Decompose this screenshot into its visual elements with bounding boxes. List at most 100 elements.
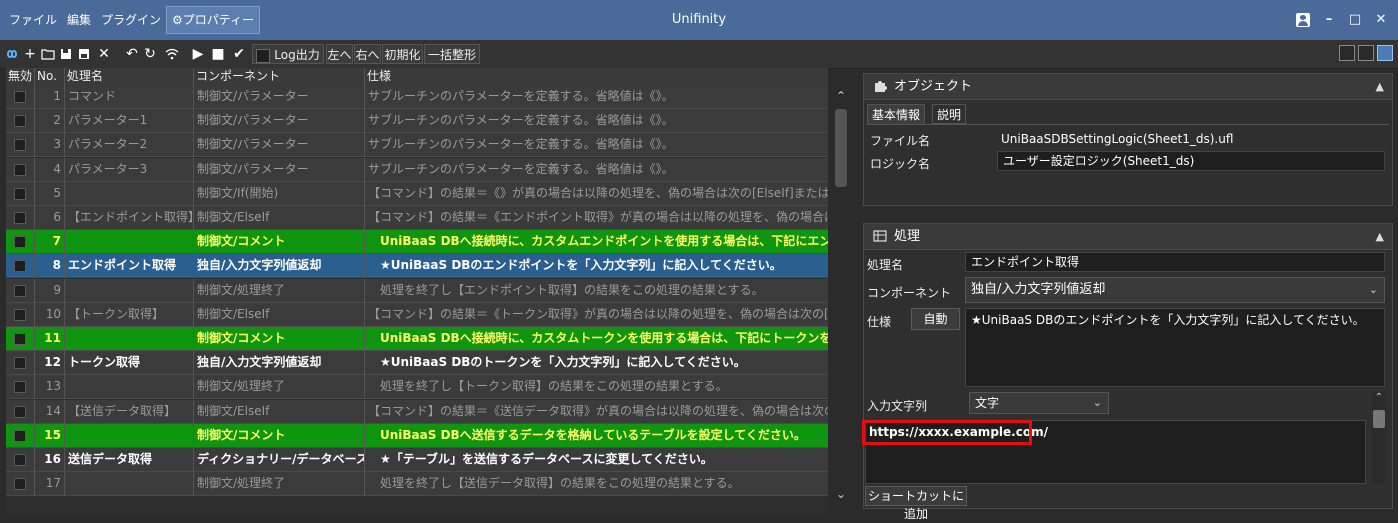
row-name[interactable] [65,375,194,400]
row-name[interactable]: トークン取得 [65,351,194,376]
row-component[interactable]: 制御文/ElseIf [194,399,365,424]
table-row[interactable]: 2 パラメーター1 制御文/パラメーター サブルーチンのパラメーターを定義する。省略値… [6,109,828,134]
row-name[interactable]: パラメーター2 [65,133,194,158]
row-disabled-checkbox[interactable] [14,187,26,200]
row-spec[interactable]: サブルーチンのパラメーターを定義する。省略値は《》。 [365,133,828,157]
header-disabled[interactable]: 無効 [6,68,35,85]
minimize-icon[interactable]: – [1320,10,1338,30]
row-name[interactable]: パラメーター3 [65,157,194,182]
row-spec[interactable]: ★「テーブル」を送信するデータベースに変更してください。 [365,448,828,472]
close-icon[interactable]: ✕ [1372,10,1390,30]
table-row[interactable]: 5 制御文/If(開始) 【コマンド】の結果＝《》が真の場合は以降の処理を、偽の場合… [6,181,828,206]
row-name[interactable] [65,181,194,206]
row-component[interactable]: 制御文/パラメーター [194,85,365,109]
table-row[interactable]: 12 トークン取得 独自/入力文字列値返却 ★UniBaaS DBのトークンを「入力… [6,351,828,376]
row-spec[interactable]: 処理を終了し【送信データ取得】の結果をこの処理の結果とする。 [365,472,828,496]
table-row[interactable]: 1 コマンド 制御文/パラメーター サブルーチンのパラメーターを定義する。省略値は《》… [6,85,828,109]
save-icon[interactable] [58,44,74,64]
row-disabled-checkbox[interactable] [14,381,26,394]
menu-file[interactable]: ファイル [4,6,62,34]
collapse-object-icon[interactable]: ▲ [1376,74,1384,99]
row-name[interactable]: 【トークン取得】 [65,302,194,327]
format-all-button[interactable]: 一括整形 [424,44,480,64]
table-row[interactable]: 16送信データ取得ディクショナリー/データベース読込 ★「テーブル」を送信するデ… [6,448,828,472]
row-spec[interactable]: 【コマンド】の結果＝《エンドポイント取得》が真の場合は以降の処理を、偽の場合は次… [365,206,828,230]
table-row[interactable]: 3 パラメーター2 制御文/パラメーター サブルーチンのパラメーターを定義する。省略値… [6,133,828,158]
header-no[interactable]: No. [35,68,65,85]
row-name[interactable] [65,423,194,448]
row-component[interactable]: 制御文/ElseIf [194,302,365,327]
menu-properties[interactable]: ⚙プロパティー [166,6,261,34]
row-disabled-checkbox[interactable] [14,139,26,152]
component-select[interactable]: 独自/入力文字列値返却 ⌄ [965,277,1385,303]
row-disabled-checkbox[interactable] [14,405,26,418]
row-spec[interactable]: 【コマンド】の結果＝《》が真の場合は以降の処理を、偽の場合は次の[ElseIf]… [365,182,828,206]
row-spec[interactable]: サブルーチンのパラメーターを定義する。省略値は《》。 [365,85,828,109]
view-layout-2-icon[interactable] [1358,45,1374,61]
table-row[interactable]: 9 制御文/処理終了 処理を終了し【エンドポイント取得】の結果をこの処理の結果とす… [6,278,828,303]
table-row[interactable]: 17 制御文/処理終了 処理を終了し【送信データ取得】の結果をこの処理の結果とする… [6,472,828,497]
play-icon[interactable]: ▶ [190,44,206,64]
save-all-icon[interactable] [76,44,92,64]
table-row[interactable]: 6 【エンドポイント取得】 制御文/ElseIf 【コマンド】の結果＝《エンドポイント… [6,206,828,230]
row-disabled-checkbox[interactable] [14,163,26,176]
row-spec[interactable]: UniBaaS DBへ接続時に、カスタムエンドポイントを使用する場合は、下記にエ… [365,230,828,254]
process-panel-header[interactable]: 処理 ▲ [864,224,1392,250]
input-scroll-up-icon[interactable]: ⌃ [1372,392,1386,403]
table-row[interactable]: 15 制御文/コメント UniBaaS DBへ送信するデータを格納しているテーブル… [6,423,828,448]
scroll-thumb[interactable] [835,109,847,187]
delete-icon[interactable]: ✕ [96,44,112,64]
move-left-button[interactable]: 左へ [326,44,353,64]
row-disabled-checkbox[interactable] [14,260,26,273]
open-folder-icon[interactable] [40,44,56,64]
table-row[interactable]: 13 制御文/処理終了 処理を終了し【トークン取得】の結果をこの処理の結果とする。 [6,375,828,400]
row-spec[interactable]: 処理を終了し【エンドポイント取得】の結果をこの処理の結果とする。 [365,279,828,303]
object-panel-header[interactable]: オブジェクト ▲ [864,74,1392,100]
scroll-down-icon[interactable]: ⌄ [832,487,850,501]
row-component[interactable]: 制御文/コメント [194,230,365,255]
header-spec[interactable]: 仕様 [365,68,828,85]
log-output-checkbox[interactable] [256,48,271,63]
row-component[interactable]: 制御文/パラメーター [194,109,365,134]
table-row[interactable]: 10 【トークン取得】 制御文/ElseIf 【コマンド】の結果＝《トークン取得》が真… [6,302,828,327]
tab-basic-info[interactable]: 基本情報 [867,104,926,124]
row-disabled-checkbox[interactable] [14,333,26,345]
row-name[interactable]: 【エンドポイント取得】 [65,206,194,230]
maximize-icon[interactable]: □ [1346,10,1364,30]
row-component[interactable]: 制御文/コメント [194,423,365,448]
menu-plugin[interactable]: プラグイン [96,6,166,34]
logic-name-field[interactable]: ユーザー設定ロジック(Sheet1_ds) [997,151,1385,171]
row-component[interactable]: 独自/入力文字列値返却 [194,254,365,279]
log-output-toggle[interactable]: Log出力 [252,44,324,64]
row-component[interactable]: 制御文/If(開始) [194,181,365,206]
collapse-process-icon[interactable]: ▲ [1376,224,1384,249]
wifi-icon[interactable] [164,44,180,64]
add-icon[interactable]: + [22,44,38,64]
row-disabled-checkbox[interactable] [14,115,26,128]
header-name[interactable]: 処理名 [65,68,194,85]
stop-icon[interactable]: ■ [210,44,226,64]
row-spec[interactable]: 【コマンド】の結果＝《トークン取得》が真の場合は以降の処理を、偽の場合は次の[E… [365,303,828,327]
row-disabled-checkbox[interactable] [14,284,26,297]
row-spec[interactable]: 処理を終了し【トークン取得】の結果をこの処理の結果とする。 [365,375,828,399]
row-name[interactable] [65,327,194,351]
infinity-icon[interactable] [4,44,20,64]
undo-icon[interactable]: ↶ [124,44,140,64]
row-component[interactable]: 制御文/コメント [194,327,365,351]
row-name[interactable] [65,472,194,497]
row-disabled-checkbox[interactable] [14,212,26,224]
user-icon[interactable] [1294,10,1312,30]
process-name-field[interactable]: エンドポイント取得 [965,252,1385,272]
table-row[interactable]: 4 パラメーター3 制御文/パラメーター サブルーチンのパラメーターを定義する。省略値… [6,157,828,182]
row-disabled-checkbox[interactable] [14,429,26,442]
refresh-icon[interactable]: ↻ [142,44,158,64]
table-row[interactable]: 7 制御文/コメント UniBaaS DBへ接続時に、カスタムエンドポイントを使用… [6,230,828,255]
input-type-select[interactable]: 文字 ⌄ [969,392,1109,414]
row-spec[interactable]: 【コマンド】の結果＝《送信データ取得》が真の場合は以降の処理を、偽の場合は次の[… [365,400,828,424]
row-component[interactable]: 制御文/処理終了 [194,278,365,303]
row-disabled-checkbox[interactable] [14,454,26,466]
row-name[interactable]: エンドポイント取得 [65,254,194,279]
spec-textarea[interactable]: ★UniBaaS DBのエンドポイントを「入力文字列」に記入してください。 [965,308,1385,387]
table-row[interactable]: 11 制御文/コメント UniBaaS DBへ接続時に、カスタムトークンを使用する… [6,327,828,351]
row-component[interactable]: 制御文/パラメーター [194,157,365,182]
